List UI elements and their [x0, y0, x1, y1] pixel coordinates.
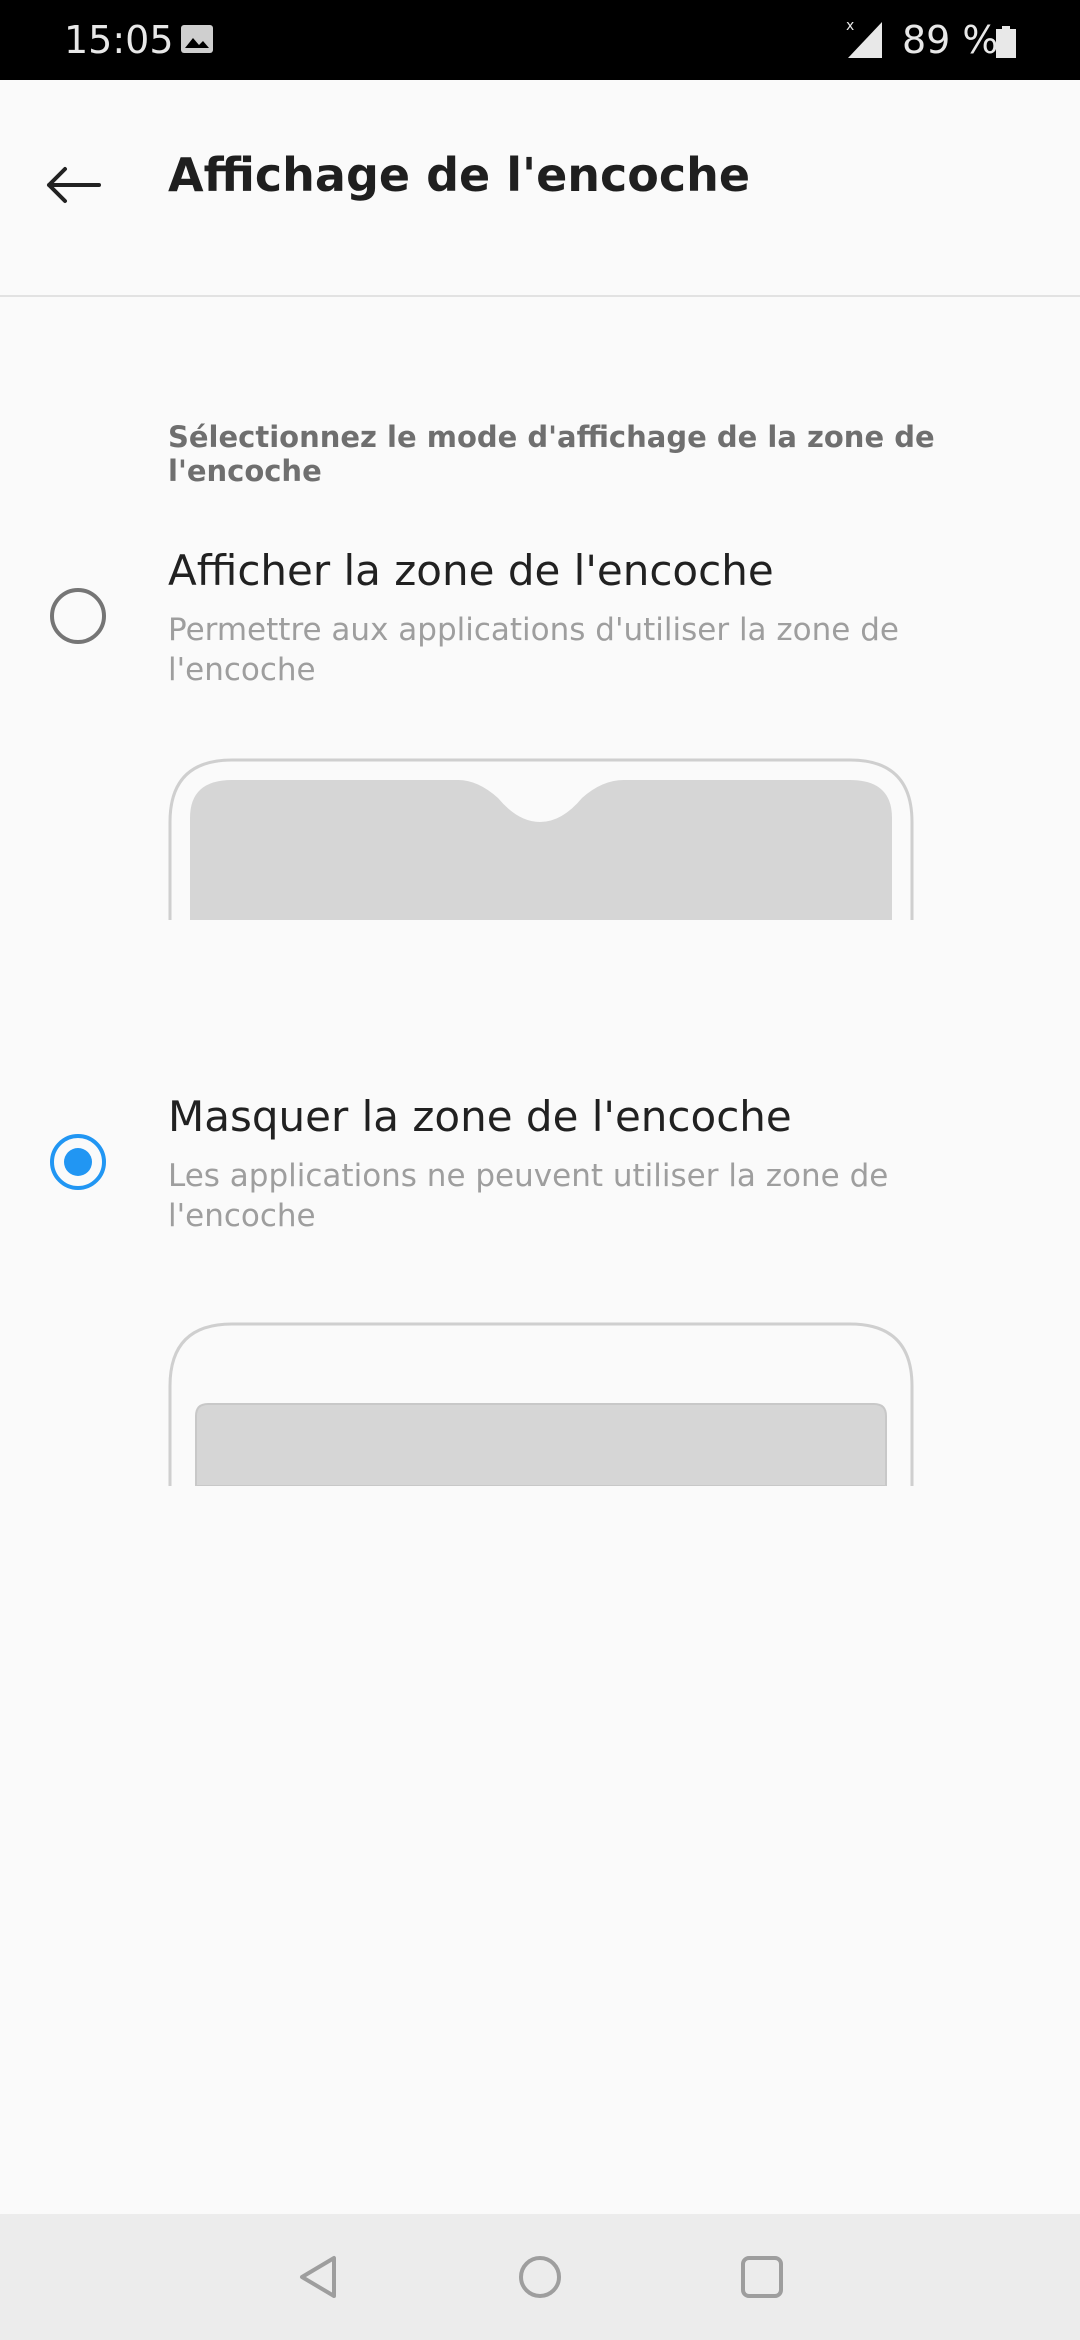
svg-text:x: x: [846, 18, 854, 34]
navigation-bar: [0, 2214, 1080, 2340]
notch-shown-illustration: [168, 758, 914, 920]
radio-unselected-icon[interactable]: [48, 586, 108, 646]
home-circle-icon[interactable]: [515, 2252, 565, 2302]
option-summary: Permettre aux applications d'utiliser la…: [168, 612, 899, 688]
notch-hidden-illustration: [168, 1322, 914, 1486]
section-header: Sélectionnez le mode d'affichage de la z…: [168, 420, 935, 488]
back-triangle-icon[interactable]: [294, 2252, 344, 2302]
option-show-notch[interactable]: Afficher la zone de l'encoche Permettre …: [0, 540, 1080, 940]
image-icon: [181, 25, 213, 53]
arrow-left-icon: [47, 167, 101, 203]
option-title: Afficher la zone de l'encoche: [168, 546, 774, 595]
battery-percentage: 89 %: [902, 18, 999, 62]
page-title: Affichage de l'encoche: [168, 148, 751, 202]
status-bar: 15:05 x 89 %: [0, 0, 1080, 80]
signal-icon: x: [846, 18, 882, 58]
status-time: 15:05: [64, 18, 174, 62]
toolbar: Affichage de l'encoche: [0, 80, 1080, 297]
option-hide-notch[interactable]: Masquer la zone de l'encoche Les applica…: [0, 1086, 1080, 1506]
battery-icon: [996, 26, 1016, 58]
option-summary: Les applications ne peuvent utiliser la …: [168, 1158, 889, 1234]
radio-selected-icon[interactable]: [48, 1132, 108, 1192]
recents-square-icon[interactable]: [737, 2252, 787, 2302]
option-title: Masquer la zone de l'encoche: [168, 1092, 792, 1141]
back-button[interactable]: [28, 140, 118, 230]
